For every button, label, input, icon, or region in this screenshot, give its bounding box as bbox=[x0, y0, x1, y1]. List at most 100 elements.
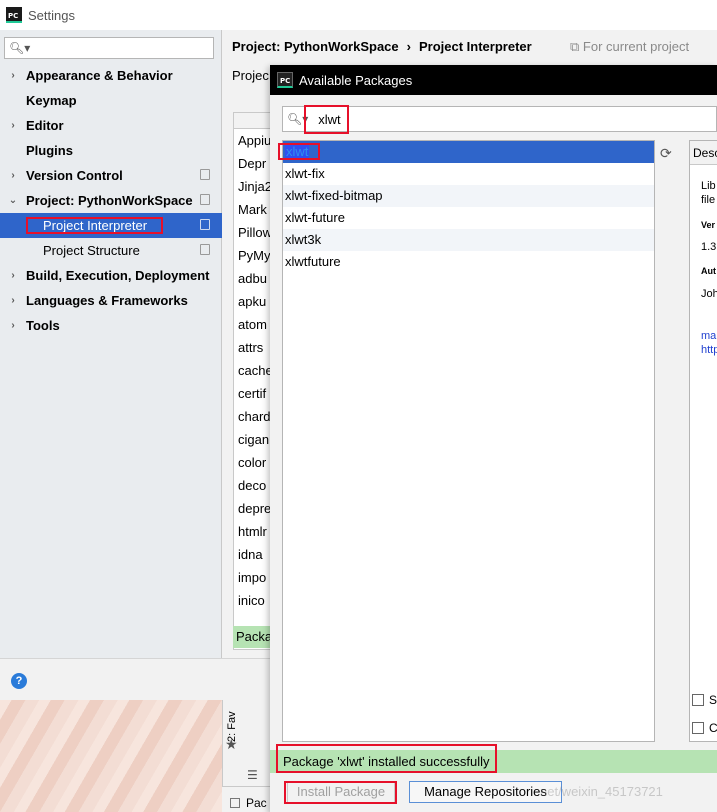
list-item[interactable]: xlwt bbox=[283, 141, 654, 163]
copy-icon bbox=[200, 194, 210, 205]
table-row[interactable]: Pillow bbox=[234, 221, 272, 244]
list-item-label: xlwt-fixed-bitmap bbox=[285, 188, 383, 203]
available-packages-dialog: PC Available Packages 🔍︎▾ xlwt xlwt xlwt-… bbox=[270, 65, 717, 812]
sidebar-item-keymap[interactable]: Keymap bbox=[0, 88, 222, 113]
table-row[interactable]: certif bbox=[234, 382, 272, 405]
reload-icon[interactable]: ⟳ bbox=[660, 145, 672, 162]
author-value: Joh bbox=[701, 288, 717, 300]
sidebar-item-label: Languages & Frameworks bbox=[26, 293, 188, 308]
description-header: Desc bbox=[690, 141, 717, 165]
table-row[interactable]: idna bbox=[234, 543, 272, 566]
chevron-right-icon: › bbox=[11, 320, 15, 331]
package-results-list[interactable]: xlwt xlwt-fix xlwt-fixed-bitmap xlwt-future… bbox=[282, 140, 655, 742]
table-row[interactable]: attrs bbox=[234, 336, 272, 359]
options-checkbox[interactable] bbox=[692, 722, 704, 734]
packages-tab-label: Pac bbox=[246, 795, 267, 810]
pycharm-logo-icon: PC bbox=[6, 7, 22, 23]
list-item[interactable]: xlwt-fix bbox=[283, 163, 654, 185]
table-row[interactable]: deco bbox=[234, 474, 272, 497]
sidebar-item-label: Tools bbox=[26, 318, 60, 333]
help-icon[interactable]: ? bbox=[11, 673, 27, 689]
sidebar-item-project-interpreter[interactable]: Project Interpreter bbox=[0, 213, 222, 238]
installed-packages-table[interactable]: Appiu Depr Jinja2 Mark Pillow PyMy adbu apku ato… bbox=[233, 112, 273, 650]
table-row[interactable]: impo bbox=[234, 566, 272, 589]
sidebar-item-languages[interactable]: › Languages & Frameworks bbox=[0, 288, 222, 313]
table-row[interactable]: Jinja2 bbox=[234, 175, 272, 198]
specify-version-checkbox[interactable] bbox=[692, 694, 704, 706]
sidebar-item-editor[interactable]: › Editor bbox=[0, 113, 222, 138]
list-item[interactable]: xlwt-future bbox=[283, 207, 654, 229]
search-icon: 🔍︎▾ bbox=[9, 41, 31, 55]
chevron-right-icon: › bbox=[11, 170, 15, 181]
star-icon[interactable]: ★ bbox=[225, 736, 238, 753]
sidebar-item-label: Appearance & Behavior bbox=[26, 68, 173, 83]
sidebar-item-label: Plugins bbox=[26, 143, 73, 158]
sidebar-item-plugins[interactable]: Plugins bbox=[0, 138, 222, 163]
package-search-input[interactable]: 🔍︎▾ xlwt bbox=[282, 106, 717, 132]
table-row[interactable]: Appiu bbox=[234, 129, 272, 152]
table-row[interactable]: color bbox=[234, 451, 272, 474]
table-row[interactable]: Depr bbox=[234, 152, 272, 175]
table-row[interactable]: inico bbox=[234, 589, 272, 612]
description-panel: Desc bbox=[689, 140, 717, 742]
settings-title-bar: PC Settings bbox=[0, 0, 717, 30]
breadcrumb: Project: PythonWorkSpace › Project Inter… bbox=[232, 39, 532, 54]
breadcrumb-page: Project Interpreter bbox=[418, 39, 532, 54]
sidebar-item-label: Keymap bbox=[26, 93, 77, 108]
install-package-button[interactable]: Install Package bbox=[287, 781, 395, 803]
sidebar-item-version-control[interactable]: › Version Control bbox=[0, 163, 222, 188]
copy-icon: ⧉ bbox=[570, 39, 583, 54]
sidebar-item-project[interactable]: ⌄ Project: PythonWorkSpace bbox=[0, 188, 222, 213]
sidebar-item-label: Editor bbox=[26, 118, 64, 133]
table-row[interactable]: htmlr bbox=[234, 520, 272, 543]
dialog-title: Available Packages bbox=[299, 72, 413, 88]
author-email-link[interactable]: ma bbox=[701, 330, 716, 342]
chevron-right-icon: › bbox=[11, 270, 15, 281]
project-interpreter-label: Projec bbox=[232, 68, 269, 83]
sidebar-item-tools[interactable]: › Tools bbox=[0, 313, 222, 338]
table-row[interactable]: depre bbox=[234, 497, 272, 520]
sidebar-item-label: Project Interpreter bbox=[43, 218, 148, 233]
list-item[interactable]: xlwt3k bbox=[283, 229, 654, 251]
copy-icon bbox=[200, 244, 210, 255]
table-header bbox=[234, 113, 272, 129]
sidebar-item-build[interactable]: › Build, Execution, Deployment bbox=[0, 263, 222, 288]
breadcrumb-separator: › bbox=[406, 39, 411, 54]
watermark-text: net/weixin_45173721 bbox=[540, 784, 663, 799]
sidebar-item-project-structure[interactable]: Project Structure bbox=[0, 238, 222, 263]
search-value: xlwt bbox=[318, 111, 341, 127]
table-row[interactable]: cigan bbox=[234, 428, 272, 451]
sidebar-item-label: Project Structure bbox=[43, 243, 140, 258]
homepage-link[interactable]: http bbox=[701, 344, 717, 356]
window-title: Settings bbox=[28, 7, 75, 23]
sidebar-item-appearance[interactable]: › Appearance & Behavior bbox=[0, 63, 222, 88]
status-text-truncated: Packa bbox=[233, 626, 273, 648]
table-row[interactable]: chard bbox=[234, 405, 272, 428]
pycharm-logo-icon: PC bbox=[277, 72, 293, 88]
table-row[interactable]: adbu bbox=[234, 267, 272, 290]
breadcrumb-project: Project: PythonWorkSpace bbox=[232, 39, 399, 54]
chevron-down-icon: ⌄ bbox=[8, 195, 18, 206]
for-current-project-text: For current project bbox=[582, 39, 690, 54]
chevron-right-icon: › bbox=[11, 70, 15, 81]
list-icon[interactable]: ☰ bbox=[247, 768, 258, 782]
chevron-right-icon: › bbox=[11, 120, 15, 131]
settings-bottom-bar: ? bbox=[0, 658, 270, 700]
table-row[interactable]: atom bbox=[234, 313, 272, 336]
list-item[interactable]: xlwtfuture bbox=[283, 251, 654, 273]
specify-version-label: S bbox=[709, 693, 717, 707]
table-row[interactable]: cache bbox=[234, 359, 272, 382]
settings-sidebar: 🔍︎▾ › Appearance & Behavior Keymap › Edi… bbox=[0, 30, 222, 658]
list-item[interactable]: xlwt-fixed-bitmap bbox=[283, 185, 654, 207]
list-item-label: xlwt bbox=[285, 144, 310, 159]
packages-tool-tab[interactable]: Pac bbox=[222, 786, 270, 812]
list-item-label: xlwt-future bbox=[285, 210, 345, 225]
install-status-bar: Package 'xlwt' installed successfully bbox=[270, 750, 717, 773]
copy-icon bbox=[200, 219, 210, 230]
table-row[interactable]: PyMy bbox=[234, 244, 272, 267]
sidebar-search-input[interactable]: 🔍︎▾ bbox=[4, 37, 214, 59]
list-item-label: xlwtfuture bbox=[285, 254, 341, 269]
table-row[interactable]: Mark bbox=[234, 198, 272, 221]
table-row[interactable]: apku bbox=[234, 290, 272, 313]
sidebar-item-label: Version Control bbox=[26, 168, 123, 183]
